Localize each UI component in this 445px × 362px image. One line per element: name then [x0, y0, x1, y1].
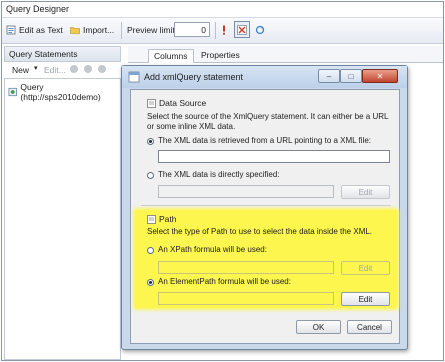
- path-icon: [147, 214, 156, 224]
- new-dropdown-arrow-icon[interactable]: ▾: [34, 64, 38, 72]
- data-source-group-title: Data Source: [147, 98, 206, 108]
- data-source-icon: [147, 98, 156, 108]
- query-item-label: Query (http://sps2010demo): [20, 82, 101, 102]
- edit-text-icon: [6, 25, 16, 35]
- list-item[interactable]: Query (http://sps2010demo): [8, 82, 120, 102]
- import-button[interactable]: Import...: [70, 23, 114, 37]
- tab-columns[interactable]: Columns: [148, 49, 194, 63]
- query-statements-toolbar: New ▾ Edit...: [4, 62, 119, 77]
- query-statements-title: Query Statements: [9, 49, 78, 59]
- clear-query-icon: [237, 24, 247, 35]
- toolbar-separator: [121, 22, 122, 39]
- elementpath-edit-button[interactable]: Edit: [341, 292, 390, 306]
- exclamation-icon: [223, 25, 225, 35]
- elementpath-input[interactable]: [158, 292, 334, 305]
- data-source-title: Data Source: [159, 98, 207, 108]
- add-xmlquery-dialog: Add xmlQuery statement – □ ✕ Data Source…: [121, 65, 408, 350]
- refresh-button[interactable]: [255, 23, 265, 37]
- xpath-input[interactable]: [158, 261, 334, 274]
- elementpath-option-radio[interactable]: [147, 279, 154, 286]
- url-option-label: The XML data is retrieved from a URL poi…: [158, 136, 371, 145]
- inline-option-radio[interactable]: [147, 172, 154, 179]
- ok-button[interactable]: OK: [296, 320, 341, 334]
- cancel-button[interactable]: Cancel: [347, 320, 392, 334]
- path-title: Path: [159, 214, 177, 224]
- url-input[interactable]: [158, 150, 390, 163]
- minimize-button[interactable]: –: [318, 69, 340, 83]
- inline-option-label: The XML data is directly specified:: [158, 170, 280, 179]
- move-down-icon[interactable]: [98, 65, 106, 73]
- maximize-button[interactable]: □: [340, 69, 362, 83]
- group-divider: [141, 205, 391, 206]
- elementpath-option-label: An ElementPath formula will be used:: [158, 277, 291, 286]
- edit-as-text-button[interactable]: Edit as Text: [6, 23, 63, 37]
- dialog-content: Data Source Select the source of the Xml…: [130, 89, 400, 344]
- query-statements-header: Query Statements: [4, 46, 121, 62]
- dialog-app-icon: [128, 71, 140, 83]
- toolbar: Edit as Text Import... Preview limit: 0: [2, 18, 443, 44]
- refresh-icon: [255, 25, 265, 35]
- delete-statement-icon[interactable]: [70, 65, 78, 73]
- data-source-description: Select the source of the XmlQuery statem…: [147, 112, 389, 131]
- clear-query-button[interactable]: [234, 21, 250, 38]
- close-icon: ✕: [376, 71, 384, 81]
- query-statements-list: Query (http://sps2010demo): [4, 78, 121, 360]
- window-title: Query Designer: [6, 4, 70, 14]
- path-group-title: Path: [147, 214, 177, 224]
- query-icon: [8, 87, 17, 97]
- tab-properties[interactable]: Properties: [196, 49, 245, 62]
- path-description: Select the type of Path to use to select…: [147, 227, 373, 236]
- toolbar-separator: [215, 22, 216, 39]
- maximize-icon: □: [348, 71, 354, 81]
- folder-icon: [70, 27, 80, 34]
- inline-edit-button[interactable]: Edit: [341, 185, 390, 199]
- import-label: Import...: [83, 25, 115, 35]
- preview-limit-label: Preview limit:: [127, 25, 178, 35]
- url-option-radio[interactable]: [147, 138, 154, 145]
- minimize-icon: –: [326, 71, 332, 81]
- close-button[interactable]: ✕: [362, 69, 398, 83]
- preview-limit-input[interactable]: 0: [174, 22, 210, 37]
- edit-statement-button[interactable]: Edit...: [44, 65, 66, 75]
- inline-xml-input[interactable]: [158, 185, 334, 198]
- window-title-bar: Query Designer: [2, 2, 443, 18]
- exclamation-button[interactable]: [219, 23, 229, 37]
- xpath-option-label: An XPath formula will be used:: [158, 245, 267, 254]
- move-up-icon[interactable]: [84, 65, 92, 73]
- xpath-option-radio[interactable]: [147, 247, 154, 254]
- tab-bar: Columns Properties: [128, 46, 443, 63]
- edit-as-text-label: Edit as Text: [19, 25, 63, 35]
- new-button[interactable]: New: [12, 65, 29, 75]
- xpath-edit-button[interactable]: Edit: [341, 261, 390, 275]
- dialog-title: Add xmlQuery statement: [144, 72, 244, 82]
- dialog-title-bar[interactable]: Add xmlQuery statement – □ ✕: [122, 66, 407, 88]
